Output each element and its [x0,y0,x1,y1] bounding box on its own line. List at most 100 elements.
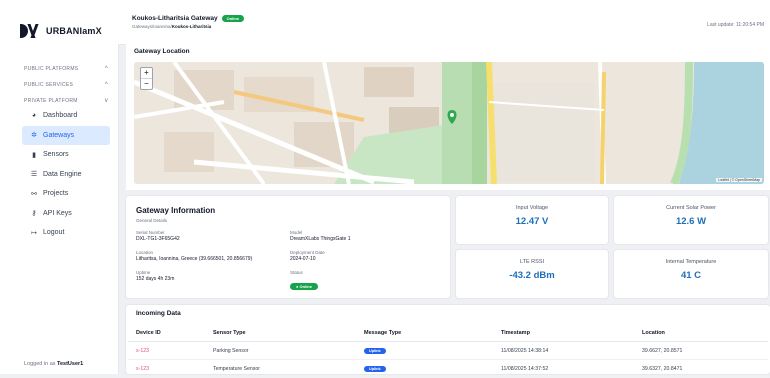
logo-icon [20,24,39,38]
message-type-cell: Uplink [356,341,493,360]
sidebar-item-sensors[interactable]: ▮ Sensors [0,145,118,165]
column-header[interactable]: Sensor Type [205,325,356,342]
device-id-cell[interactable]: s-123 [128,341,205,360]
sensor-icon: ▮ [32,151,36,159]
gateway-location-card: Gateway Location + − Leaflet | © OpenStr… [126,44,770,190]
timestamp-cell: 11/08/2025 14:38:14 [493,341,634,360]
table-header-row: Device ID Sensor Type Message Type Times… [128,325,768,342]
input-voltage-card: Input Voltage 12.47 V [456,196,608,244]
metric-value: 41 C [680,270,702,281]
map-view[interactable]: + − Leaflet | © OpenStreetMap [134,62,764,184]
status-field: Status ● Online [290,270,318,293]
zoom-in-button[interactable]: + [141,68,152,79]
metric-value: 12.47 V [515,216,549,227]
projects-icon: ⚯ [31,190,37,198]
status-badge: Online [221,15,245,22]
device-id-cell[interactable]: s-123 [128,359,205,378]
serial-number-field: Serial Number DXL-TG1-3F65G42 [136,230,180,242]
section-label: PRIVATE PLATFORM [24,97,78,104]
gateway-info-title: Gateway Information [136,206,216,215]
gateway-location-title: Gateway Location [134,48,190,55]
sidebar-nav: ◕ Dashboard ✲ Gateways ▮ Sensors ☰ Data … [0,106,118,243]
column-header[interactable]: Message Type [356,325,493,342]
section-private-platform[interactable]: PRIVATE PLATFORM v [0,95,118,106]
metric-label: Input Voltage [515,205,549,211]
uplink-badge: Uplink [364,365,386,372]
sidebar-item-label: API Keys [43,209,72,217]
status-label: Status [290,270,303,275]
location-cell: 39.6627, 20.8571 [634,341,768,360]
deployment-date-field: Deployment Date 2024-07-10 [290,250,325,262]
metric-label: Internal Temperature [665,259,717,265]
app-logo[interactable]: URBANIamX [0,0,118,42]
last-update: Last update: 11:20:54 PM [707,22,764,28]
uptime-field: Uptime 152 days 4h 23m [136,270,174,282]
page-title-row: Koukos-Litharitsia Gateway Online [132,15,245,22]
chevron-down-icon: v [104,97,108,104]
model-label: Model [290,230,303,235]
sidebar-item-label: Gateways [43,131,75,139]
logged-in-status: Logged in as TestUser1 [24,361,83,367]
metric-value: 12.6 W [675,216,707,227]
sidebar-item-gateways[interactable]: ✲ Gateways [22,125,110,145]
breadcrumb-path[interactable]: Gateways/Ioannina/ [132,24,172,29]
uptime-label: Uptime [136,270,151,275]
deployment-date-value: 2024-07-10 [290,256,316,262]
sidebar-item-label: Sensors [43,151,69,159]
location-value: Litharitsa, Ioannina, Greece (39.666501,… [136,256,253,262]
gateway-icon: ✲ [31,132,37,140]
incoming-data-card: Incoming Data Device ID Sensor Type Mess… [126,305,770,378]
sidebar-item-projects[interactable]: ⚯ Projects [0,184,118,204]
map-zoom-control: + − [140,67,153,90]
model-value: DreamXLabs ThingsGate 1 [290,236,351,242]
column-header[interactable]: Location [634,325,768,342]
location-label: Location [136,250,154,255]
sidebar-item-data-engine[interactable]: ☰ Data Engine [0,165,118,185]
timestamp-cell: 11/08/2025 14:37:52 [493,359,634,378]
table-row[interactable]: s-123 Temperature Sensor Uplink 11/08/20… [128,359,768,378]
metric-value: -43.2 dBm [509,270,555,281]
sensor-type-cell: Parking Sensor [205,341,356,360]
page-title: Koukos-Litharitsia Gateway [132,15,218,22]
gateway-info-card: Gateway Information General Details Seri… [126,196,450,298]
section-label: PUBLIC SERVICES [24,81,74,88]
internal-temperature-card: Internal Temperature 41 C [614,250,768,298]
solar-power-card: Current Solar Power 12.6 W [614,196,768,244]
chevron-up-icon: ^ [104,81,108,88]
message-type-cell: Uplink [356,359,493,378]
breadcrumb-current: Koukos-Litharitsia [171,24,212,29]
sidebar: URBANIamX PUBLIC PLATFORMS ^ PUBLIC SERV… [0,0,119,374]
serial-number-value: DXL-TG1-3F65G42 [136,236,180,242]
sidebar-item-label: Logout [43,229,65,237]
lte-rssi-card: LTE RSSI -43.2 dBm [456,250,608,298]
map-attribution[interactable]: Leaflet | © OpenStreetMap [716,178,762,182]
breadcrumb: Gateways/Ioannina/Koukos-Litharitsia [132,24,211,29]
app-name: URBANIamX [46,26,102,36]
column-header[interactable]: Device ID [128,325,205,342]
column-header[interactable]: Timestamp [493,325,634,342]
dashboard-icon: ◕ [31,112,37,120]
incoming-data-table: Device ID Sensor Type Message Type Times… [128,325,768,378]
database-icon: ☰ [30,171,38,179]
page-header: Koukos-Litharitsia Gateway Online Gatewa… [118,0,770,45]
sidebar-item-logout[interactable]: ↦ Logout [0,223,118,243]
location-cell: 39.6327, 20.8471 [634,359,768,378]
section-public-platforms[interactable]: PUBLIC PLATFORMS ^ [0,63,118,74]
table-row[interactable]: s-123 Parking Sensor Uplink 11/08/2025 1… [128,341,768,360]
logout-icon: ↦ [31,229,37,237]
gateway-info-subtitle: General Details [136,218,168,223]
sensor-type-cell: Temperature Sensor [205,359,356,378]
section-label: PUBLIC PLATFORMS [24,65,79,72]
logged-in-prefix: Logged in as [24,361,56,367]
section-public-services[interactable]: PUBLIC SERVICES ^ [0,79,118,90]
sidebar-item-dashboard[interactable]: ◕ Dashboard [0,106,118,126]
uplink-badge: Uplink [364,347,386,354]
deployment-date-label: Deployment Date [290,250,325,255]
status-badge: ● Online [290,283,318,290]
logged-in-user: TestUser1 [57,361,84,367]
zoom-out-button[interactable]: − [141,79,152,89]
incoming-data-title: Incoming Data [136,310,181,317]
sidebar-item-api-keys[interactable]: ⚷ API Keys [0,204,118,224]
metric-label: LTE RSSI [519,259,545,265]
metric-label: Current Solar Power [666,205,716,211]
